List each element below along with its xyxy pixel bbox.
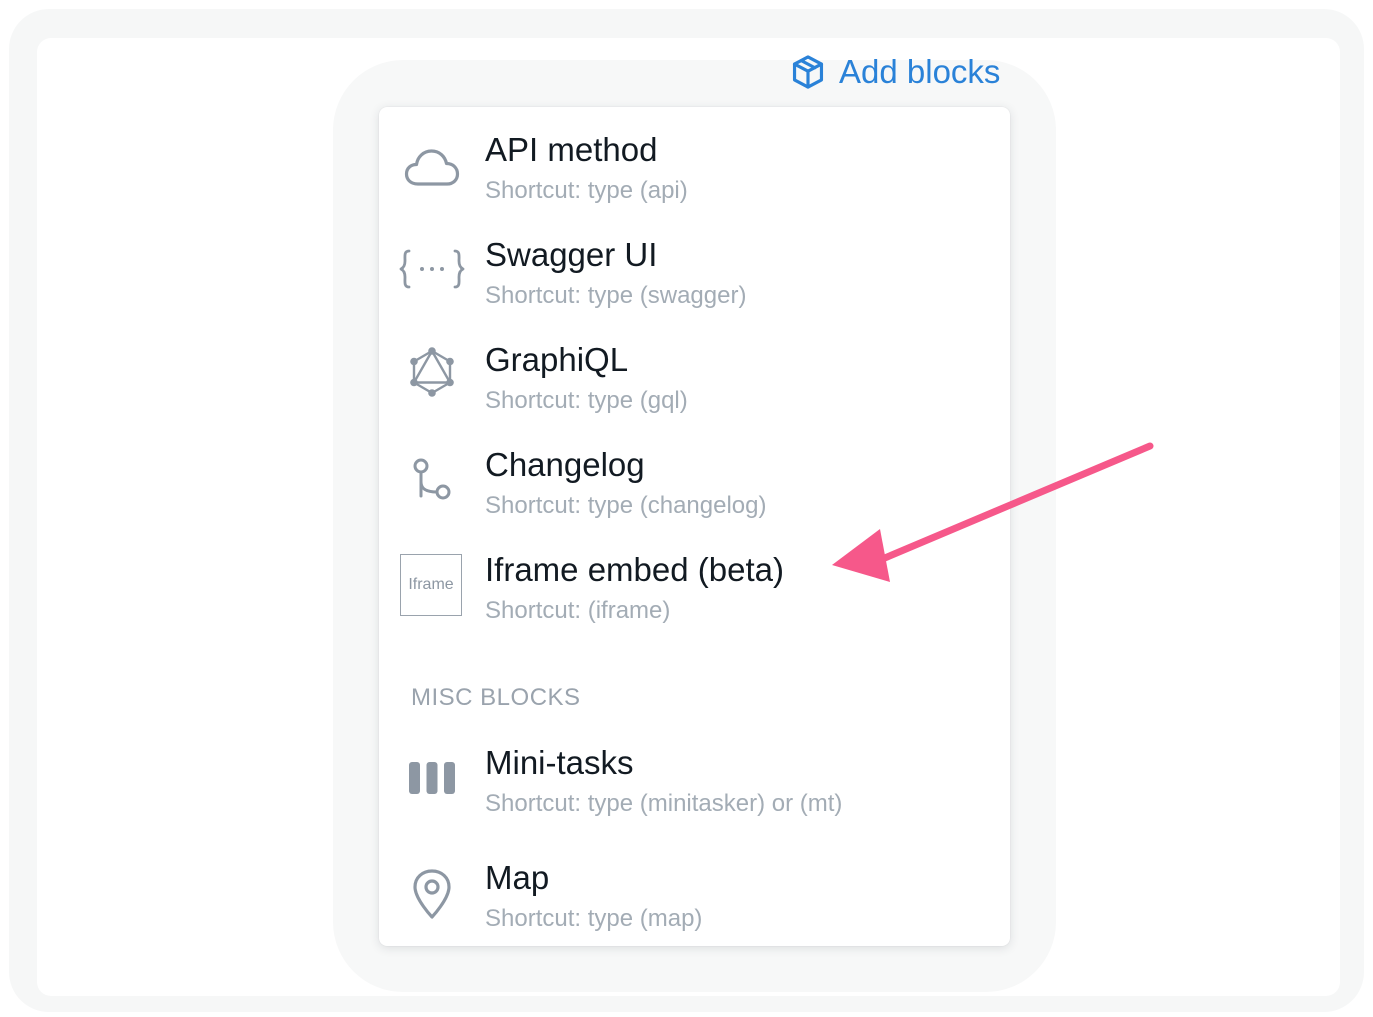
map-pin-icon [399,861,465,927]
iframe-icon-label: Iframe [408,576,454,593]
menu-item-api-method[interactable]: API method Shortcut: type (api) [379,125,1010,225]
curly-braces-icon [399,236,465,302]
add-blocks-button[interactable]: Add blocks [789,50,1000,94]
menu-item-mini-tasks[interactable]: Mini-tasks Shortcut: type (minitasker) o… [379,743,1010,843]
menu-item-graphiql[interactable]: GraphiQL Shortcut: type (gql) [379,335,1010,435]
menu-item-shortcut: Shortcut: type (minitasker) or (mt) [485,790,843,817]
git-branch-icon [399,448,465,514]
menu-item-title: GraphiQL [485,341,629,378]
menu-item-shortcut: Shortcut: type (swagger) [485,282,747,309]
menu-item-shortcut: Shortcut: type (gql) [485,387,688,414]
menu-item-map[interactable]: Map Shortcut: type (map) [379,858,1010,958]
menu-item-title: API method [485,131,658,168]
menu-item-shortcut: Shortcut: type (api) [485,177,688,204]
section-label-misc-blocks: MISC BLOCKS [411,684,581,711]
menu-item-title: Changelog [485,446,645,483]
blocks-menu: API method Shortcut: type (api) Swagger … [379,107,1010,946]
cloud-icon [399,135,465,201]
add-blocks-label: Add blocks [839,53,1001,90]
iframe-icon: Iframe [400,554,462,616]
cube-icon [789,53,827,91]
menu-item-shortcut: Shortcut: type (changelog) [485,492,767,519]
columns-icon [399,745,465,811]
menu-item-title: Map [485,859,550,896]
menu-item-title: Swagger UI [485,236,658,273]
graphql-icon [399,339,465,405]
menu-item-title: Mini-tasks [485,744,634,781]
menu-item-iframe-embed[interactable]: Iframe Iframe embed (beta) Shortcut: (if… [379,545,1010,645]
menu-item-shortcut: Shortcut: type (map) [485,905,703,932]
menu-item-title: Iframe embed (beta) [485,551,784,588]
menu-item-shortcut: Shortcut: (iframe) [485,597,671,624]
menu-item-swagger-ui[interactable]: Swagger UI Shortcut: type (swagger) [379,230,1010,330]
menu-item-changelog[interactable]: Changelog Shortcut: type (changelog) [379,440,1010,540]
